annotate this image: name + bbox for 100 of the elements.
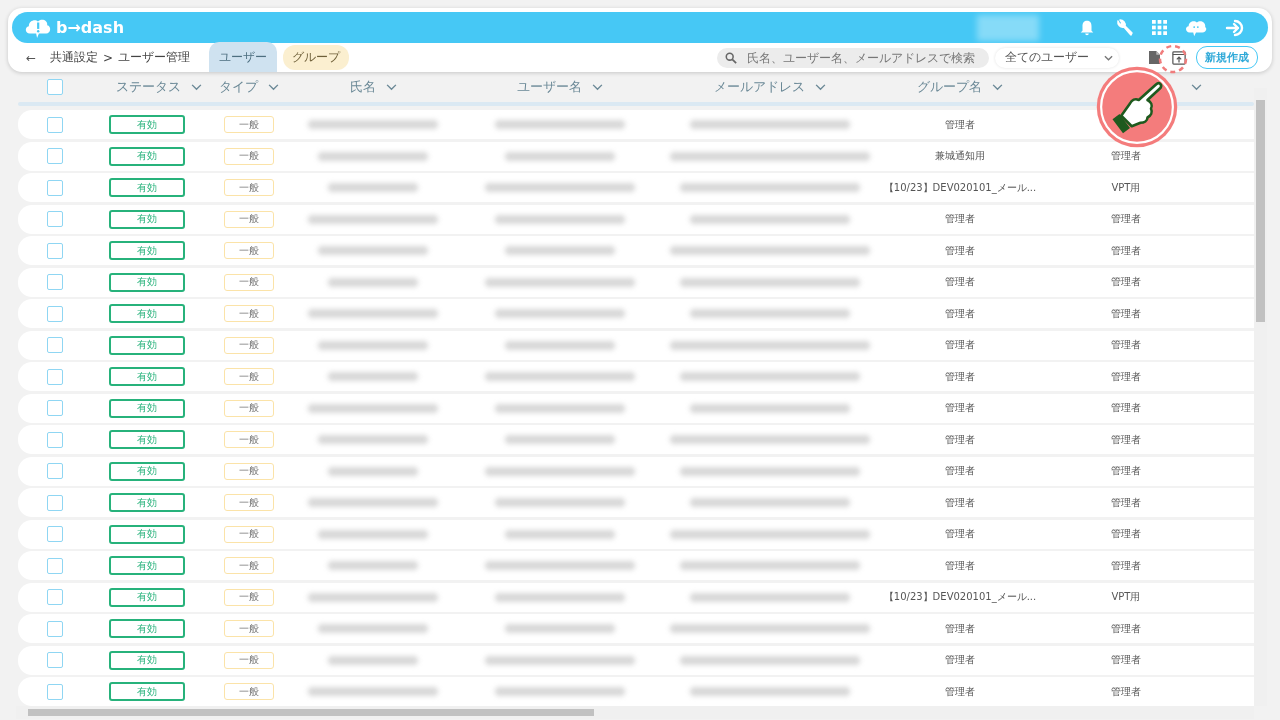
row-checkbox[interactable] <box>47 148 63 164</box>
table-cell: 管理者 <box>945 464 975 478</box>
table-cell: 管理者 <box>1111 464 1141 478</box>
type-badge: 一般 <box>224 336 274 354</box>
table-row[interactable]: 有効 一般 【10/23】DEV020101_メール... VPT用 <box>18 173 1254 202</box>
table-row[interactable]: 有効 一般 管理者 管理者 <box>18 204 1254 234</box>
table-row[interactable]: 有効 一般 管理者 管理者 <box>18 488 1254 517</box>
table-row[interactable]: 有効 一般 管理者 管理者 <box>18 267 1254 297</box>
status-badge: 有効 <box>109 461 185 481</box>
table-row[interactable]: 有効 一般 管理者 管理者 <box>18 425 1254 454</box>
table-cell: 管理者 <box>945 558 975 573</box>
status-badge: 有効 <box>109 587 185 607</box>
table-cell: 管理者 <box>945 653 975 667</box>
table-row[interactable]: 有効 一般 管理者 管理者 <box>18 393 1254 423</box>
select-all-checkbox[interactable] <box>47 79 63 95</box>
type-badge: 一般 <box>224 368 274 385</box>
chevron-down-icon[interactable] <box>992 83 1003 91</box>
dashed-highlight-circle <box>1158 44 1188 74</box>
column-header[interactable]: 氏名 <box>349 78 376 96</box>
row-checkbox[interactable] <box>47 179 63 196</box>
table-row[interactable]: 有効 一般 管理者 管理者 <box>18 519 1254 549</box>
type-badge: 一般 <box>224 462 274 480</box>
row-checkbox[interactable] <box>47 211 63 227</box>
table-cell: 管理者 <box>1111 621 1141 636</box>
tab[interactable]: グループ <box>283 45 350 70</box>
row-checkbox[interactable] <box>47 557 63 574</box>
type-badge: 一般 <box>224 305 274 322</box>
row-checkbox[interactable] <box>47 526 63 542</box>
chevron-down-icon[interactable] <box>268 83 279 91</box>
chevron-down-icon[interactable] <box>815 83 826 91</box>
row-checkbox[interactable] <box>47 652 63 668</box>
table-row[interactable]: 有効 一般 管理者 管理者 <box>18 362 1254 391</box>
table-row[interactable]: 有効 一般 管理者 管理者 <box>18 614 1254 643</box>
column-header[interactable]: ユーザー名 <box>517 78 582 96</box>
type-badge: 一般 <box>224 651 274 669</box>
type-badge: 一般 <box>224 588 274 606</box>
table-cell: 管理者 <box>945 621 975 636</box>
breadcrumb-separator: > <box>103 50 114 65</box>
table-row[interactable]: 有効 一般 管理者 管理者 <box>18 299 1254 328</box>
table-row[interactable]: 有効 一般 管理者 管理者 <box>18 456 1254 486</box>
back-arrow[interactable]: ← <box>26 50 37 65</box>
table-cell: 管理者 <box>945 401 975 415</box>
row-checkbox[interactable] <box>47 116 63 133</box>
table-cell: 管理者 <box>945 527 975 541</box>
status-badge: 有効 <box>109 241 185 260</box>
row-checkbox[interactable] <box>47 400 63 416</box>
table-row[interactable]: 有効 一般 管理者 管理者 <box>18 330 1254 360</box>
row-checkbox[interactable] <box>47 431 63 448</box>
row-checkbox[interactable] <box>47 494 63 511</box>
chevron-down-icon[interactable] <box>385 83 397 91</box>
table-cell: 管理者 <box>945 117 975 132</box>
row-checkbox[interactable] <box>47 463 63 479</box>
table-row[interactable]: 有効 一般 管理者 管理者 <box>18 551 1254 580</box>
row-checkbox[interactable] <box>47 620 63 637</box>
type-badge: 一般 <box>224 399 274 417</box>
type-badge: 一般 <box>224 179 274 196</box>
document-icon[interactable] <box>1149 51 1160 64</box>
table-row[interactable]: 有効 一般 【10/23】DEV020101_メール... VPT用 <box>18 582 1254 612</box>
row-checkbox[interactable] <box>47 274 63 290</box>
column-header[interactable]: メールアドレス <box>714 78 805 96</box>
row-checkbox[interactable] <box>47 242 63 259</box>
breadcrumb-item[interactable]: 共通設定 <box>50 49 99 66</box>
table-cell: 管理者 <box>945 338 975 352</box>
table-row[interactable]: 有効 一般 管理者 管理者 <box>18 645 1254 675</box>
row-checkbox[interactable] <box>47 589 63 605</box>
grid-icon[interactable] <box>1152 20 1167 35</box>
table-cell: 管理者 <box>1111 527 1141 541</box>
table-cell: 管理者 <box>945 212 975 226</box>
status-badge: 有効 <box>109 398 185 418</box>
table-cell: VPT用 <box>1111 590 1141 604</box>
user-filter-dropdown[interactable]: 全てのユーザー <box>995 47 1119 68</box>
wrench-icon[interactable] <box>1114 17 1134 38</box>
column-header[interactable]: グループ名 <box>917 78 982 96</box>
status-badge: 有効 <box>109 115 185 134</box>
row-checkbox[interactable] <box>47 683 63 700</box>
export-icon[interactable] <box>1172 50 1186 65</box>
column-header[interactable]: ステータス <box>116 78 181 96</box>
table-row[interactable]: 有効 一般 兼城通知用 管理者 <box>18 141 1254 171</box>
row-checkbox[interactable] <box>47 368 63 385</box>
row-checkbox[interactable] <box>47 337 63 353</box>
table-cell: VPT用 <box>1111 180 1141 195</box>
table-row[interactable]: 有効 一般 管理者 管理者 <box>18 236 1254 265</box>
status-badge: 有効 <box>109 524 185 544</box>
table-cell: 管理者 <box>1111 495 1141 510</box>
status-badge: 有効 <box>109 619 185 638</box>
table-row[interactable]: 有効 一般 管理者 <box>18 110 1254 139</box>
chevron-down-icon[interactable] <box>1191 83 1202 91</box>
row-checkbox[interactable] <box>47 305 63 322</box>
tab[interactable]: ユーザー <box>209 42 278 72</box>
logo-text: b→dash <box>56 18 125 37</box>
chevron-down-icon[interactable] <box>191 83 202 91</box>
table-cell: 管理者 <box>945 275 975 289</box>
breadcrumb-item[interactable]: ユーザー管理 <box>118 49 191 66</box>
bell-icon[interactable] <box>1078 18 1096 37</box>
chevron-down-icon[interactable] <box>592 83 603 91</box>
table-cell: 管理者 <box>1111 149 1141 163</box>
table-row[interactable]: 有効 一般 管理者 管理者 <box>18 677 1254 706</box>
table-cell: 管理者 <box>1111 653 1141 667</box>
search-field[interactable]: 氏名、ユーザー名、メールアドレスで検索 <box>717 47 989 68</box>
column-header[interactable]: タイプ <box>219 78 258 96</box>
